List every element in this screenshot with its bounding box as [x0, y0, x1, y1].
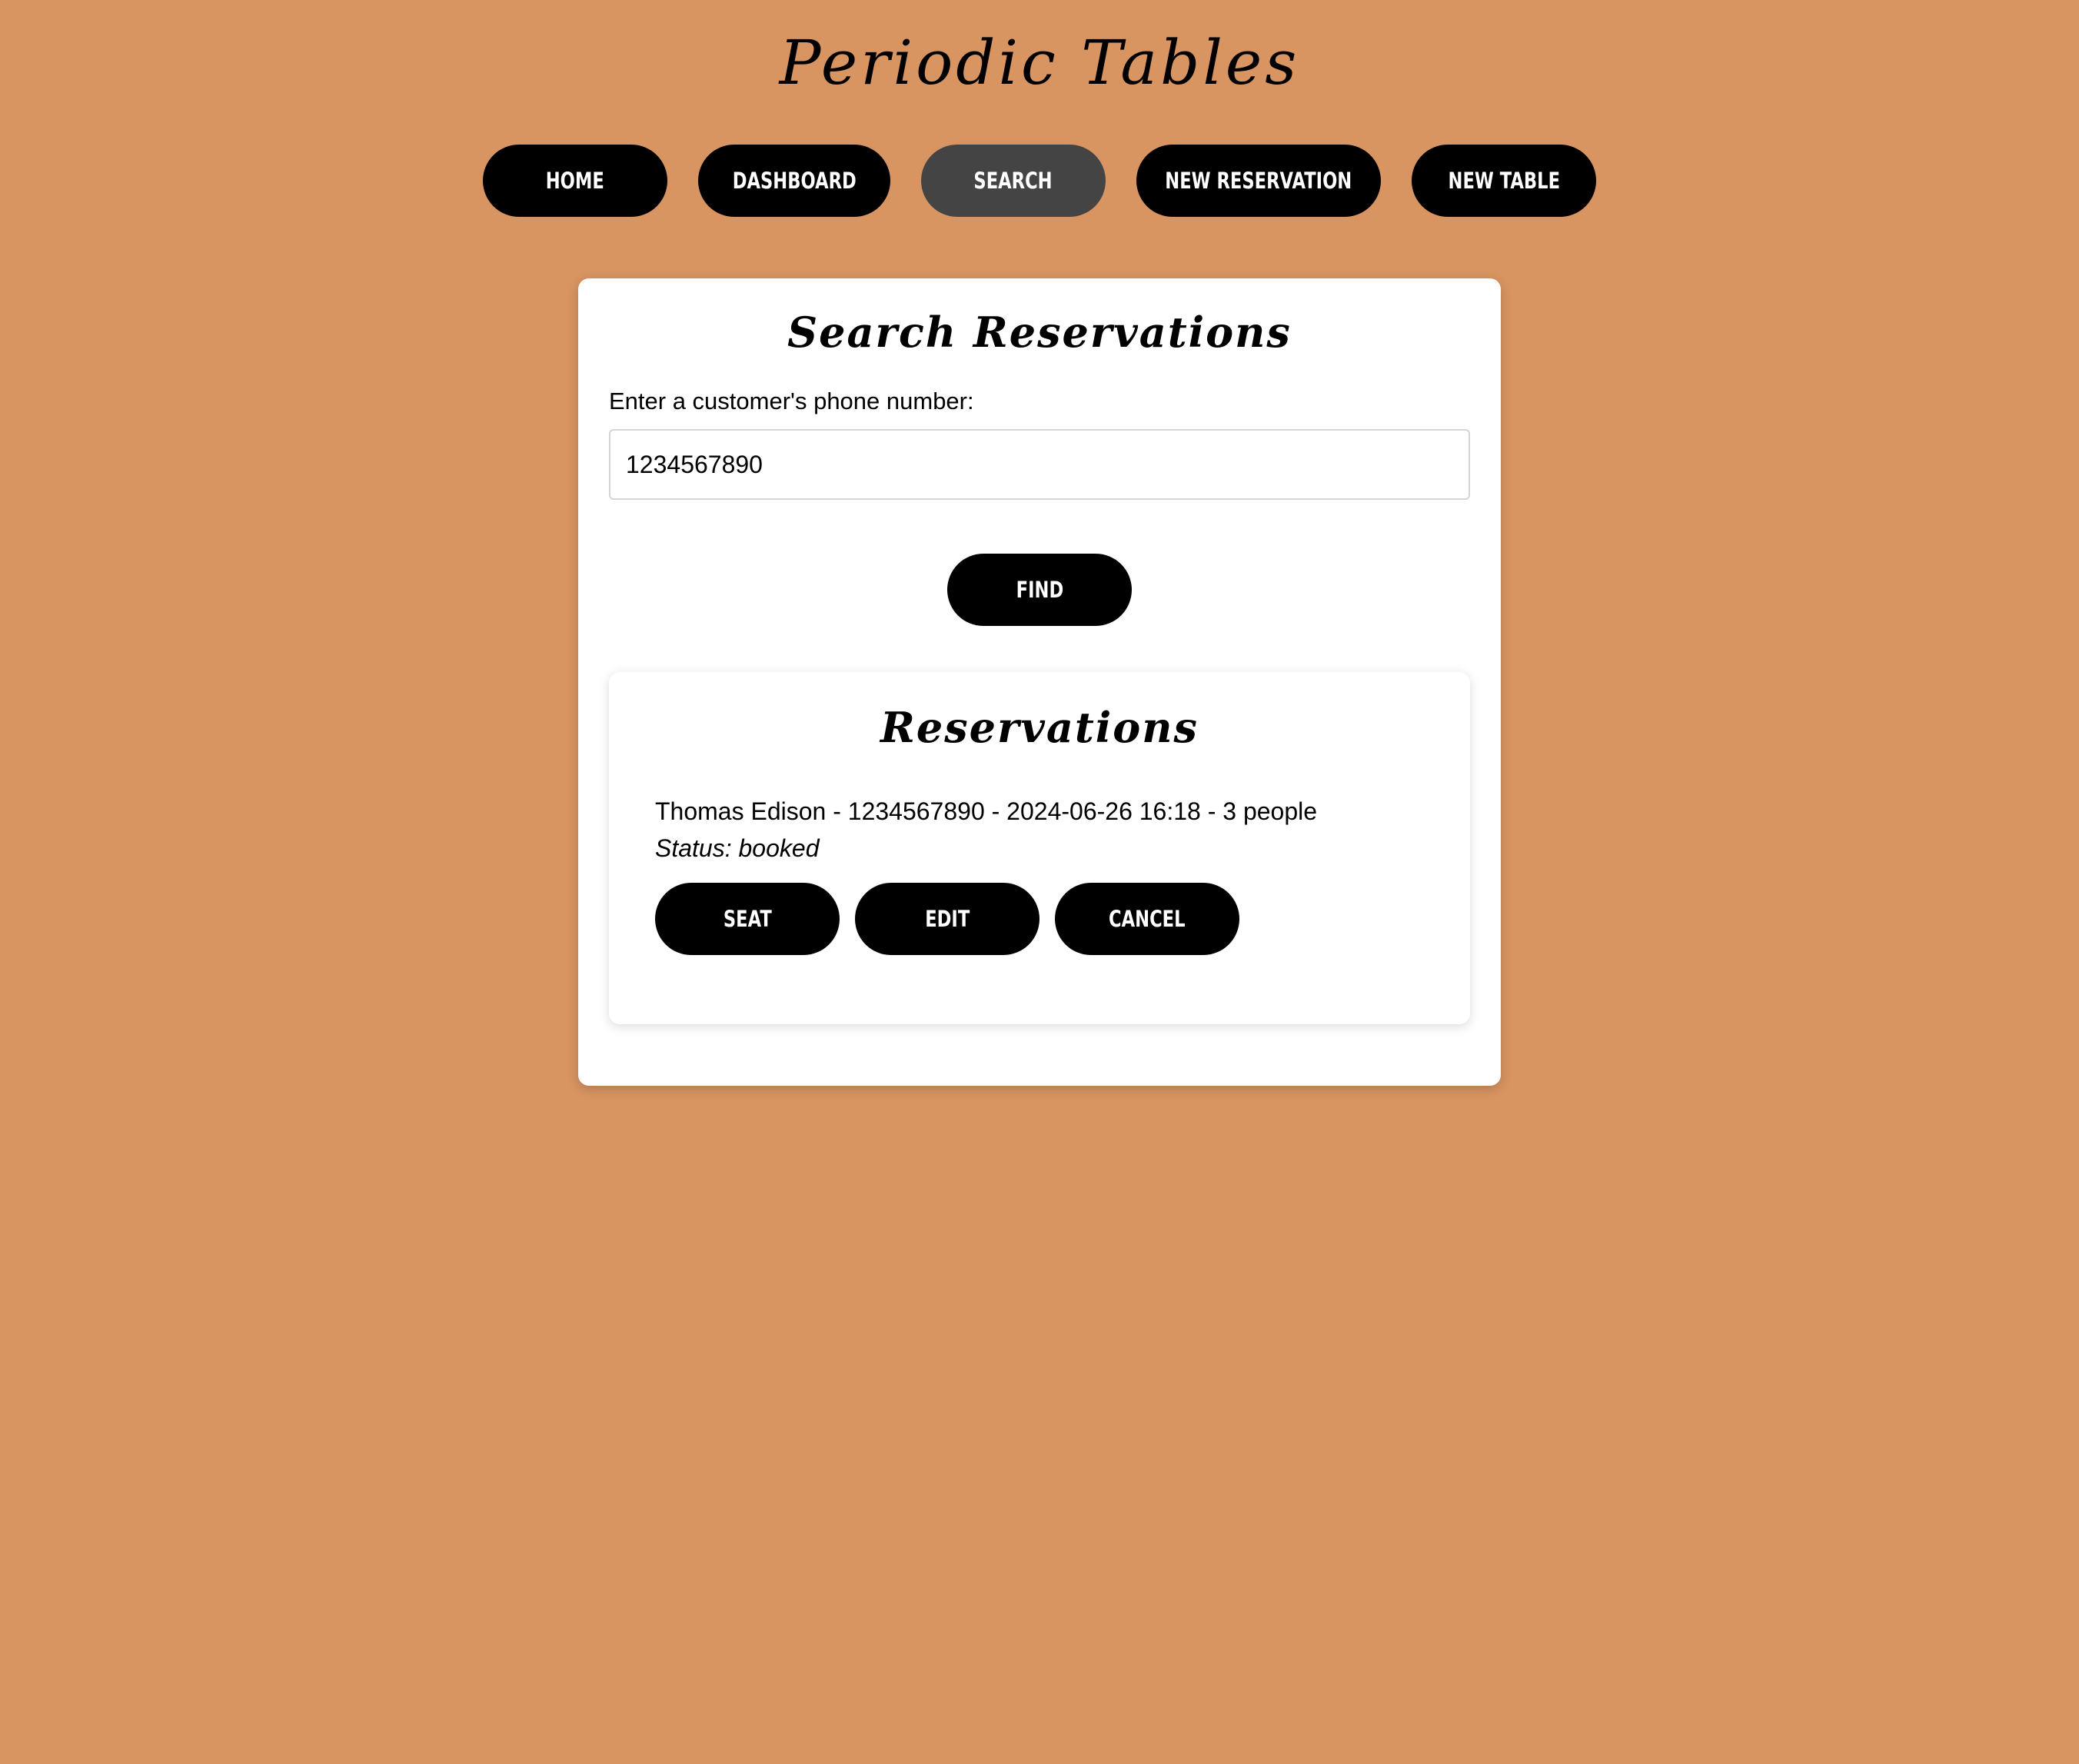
edit-button[interactable]: Edit	[855, 883, 1040, 955]
seat-button-label: Seat	[723, 906, 772, 932]
search-title: Search Reservations	[787, 308, 1292, 357]
find-button-label: Find	[1016, 577, 1063, 603]
reservations-title: Reservations	[880, 703, 1199, 752]
phone-field-label: Enter a customer's phone number:	[609, 388, 974, 414]
seat-button[interactable]: Seat	[655, 883, 840, 955]
nav-home-button[interactable]: Home	[483, 145, 667, 217]
nav-search-button[interactable]: Search	[921, 145, 1106, 217]
nav-search-label: Search	[973, 168, 1053, 194]
nav-new-reservation-button[interactable]: New Reservation	[1136, 145, 1381, 217]
app-title: Periodic Tables	[779, 27, 1300, 98]
reservation-status: Status: booked	[655, 834, 820, 862]
cancel-button-label: Cancel	[1109, 906, 1186, 932]
nav-new-table-button[interactable]: New Table	[1412, 145, 1596, 217]
find-button[interactable]: Find	[947, 554, 1132, 626]
edit-button-label: Edit	[924, 906, 970, 932]
reservation-summary: Thomas Edison - 1234567890 - 2024-06-26 …	[655, 797, 1318, 825]
nav-dashboard-label: Dashboard	[732, 168, 857, 194]
search-card: Search Reservations Enter a customer's p…	[578, 278, 1501, 1086]
reservations-card: Reservations Thomas Edison - 1234567890 …	[609, 672, 1470, 1024]
nav-dashboard-button[interactable]: Dashboard	[698, 145, 890, 217]
nav-home-label: Home	[545, 168, 605, 194]
phone-input[interactable]	[609, 429, 1470, 500]
nav-new-table-label: New Table	[1448, 168, 1560, 194]
cancel-button[interactable]: Cancel	[1055, 883, 1239, 955]
nav-new-reservation-label: New Reservation	[1165, 168, 1352, 194]
